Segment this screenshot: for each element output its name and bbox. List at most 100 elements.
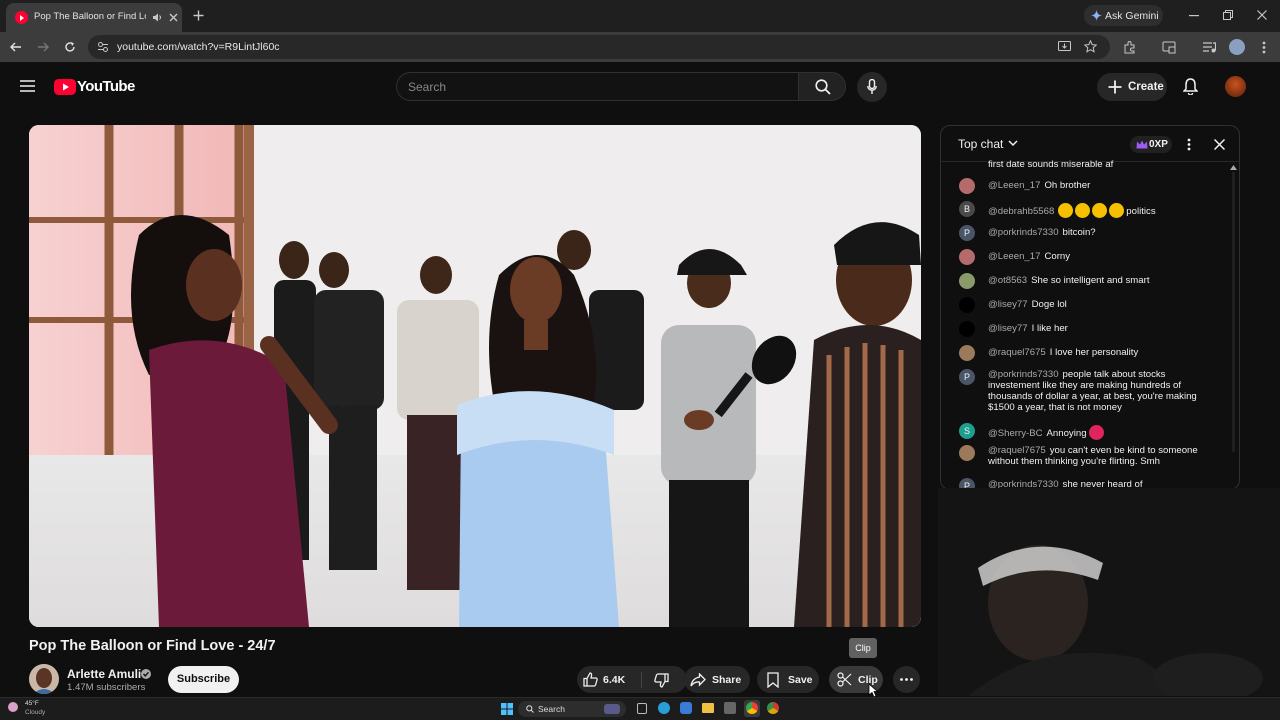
chat-header: Top chat 0XP <box>941 126 1239 162</box>
create-button[interactable]: Create <box>1097 73 1167 101</box>
edge-icon[interactable] <box>658 702 670 714</box>
create-label: Create <box>1128 81 1164 93</box>
chrome-alt-icon[interactable] <box>767 702 779 714</box>
chat-author[interactable]: @Sherry-BC <box>988 428 1043 439</box>
like-dislike-group: 6.4K <box>577 666 687 693</box>
chat-avatar <box>959 321 975 337</box>
ask-gemini-button[interactable]: Ask Gemini <box>1084 5 1163 26</box>
forward-icon[interactable] <box>37 42 49 52</box>
chat-avatar <box>959 297 975 313</box>
bookmark-star-icon[interactable] <box>1084 40 1097 53</box>
chat-avatar <box>959 273 975 289</box>
verified-badge-icon <box>141 669 151 679</box>
windows-start-icon[interactable] <box>501 703 513 715</box>
share-button[interactable]: Share <box>684 666 750 693</box>
chat-author[interactable]: @raquel7675 <box>988 347 1046 358</box>
notifications-bell-icon[interactable] <box>1183 78 1198 95</box>
search-button[interactable] <box>798 72 846 101</box>
chat-author[interactable]: @lisey77 <box>988 299 1028 310</box>
plus-icon <box>1108 80 1122 94</box>
xp-badge[interactable]: 0XP <box>1130 136 1172 153</box>
chrome-taskbar-button[interactable] <box>744 700 760 717</box>
gemini-icon <box>1091 10 1102 21</box>
weather-desc: Cloudy <box>25 709 46 716</box>
chat-author[interactable]: @debrahb5568 <box>988 206 1054 217</box>
weather-cloud-icon[interactable] <box>8 702 18 712</box>
dislike-button[interactable] <box>643 666 687 693</box>
chat-text: I like her <box>1031 323 1068 334</box>
chat-author[interactable]: @porkrinds7330 <box>988 369 1059 380</box>
more-actions-button[interactable] <box>893 666 920 693</box>
youtube-logo[interactable]: YouTube <box>54 78 135 96</box>
webcam-overlay <box>938 488 1280 696</box>
site-info-icon[interactable] <box>97 41 109 53</box>
chat-author[interactable]: @ot8563 <box>988 275 1027 286</box>
chat-cut-message: first date sounds miserable af <box>988 159 1114 170</box>
minimize-icon[interactable] <box>1189 15 1199 17</box>
top-chat-label: Top chat <box>958 137 1004 151</box>
chat-scrollbar[interactable] <box>1232 172 1235 452</box>
chat-author[interactable]: @raquel7675 <box>988 445 1046 456</box>
angry-emoji-icon <box>1089 425 1105 440</box>
chat-avatar: S <box>959 423 975 439</box>
chat-author[interactable]: @porkrinds7330 <box>988 227 1059 238</box>
rofl-emoji-icon <box>1092 203 1108 218</box>
chrome-icon <box>746 702 758 714</box>
copilot-icon[interactable] <box>680 702 692 714</box>
webcam-person <box>938 488 1280 696</box>
subscribe-button[interactable]: Subscribe <box>168 666 239 693</box>
save-button[interactable]: Save <box>757 666 819 693</box>
search-input[interactable]: Search <box>396 72 799 101</box>
maximize-icon[interactable] <box>1223 10 1233 20</box>
rofl-emoji-icon <box>1075 203 1091 218</box>
chat-text: I love her personality <box>1049 347 1139 358</box>
crown-icon <box>1136 140 1148 149</box>
media-controls-icon[interactable] <box>1203 42 1216 53</box>
account-avatar[interactable] <box>1225 76 1246 97</box>
video-frame <box>29 125 921 627</box>
rofl-emoji-icon <box>1058 203 1074 218</box>
new-tab-icon[interactable] <box>193 10 204 21</box>
taskbar-search-icon <box>526 705 534 713</box>
taskbar-search[interactable]: Search <box>518 701 626 717</box>
chat-author[interactable]: @Leeen_17 <box>988 251 1040 262</box>
search-icon <box>815 79 831 95</box>
install-app-icon[interactable] <box>1058 40 1071 53</box>
address-bar[interactable]: youtube.com/watch?v=R9LintJl60c <box>88 35 1110 59</box>
file-explorer-icon[interactable] <box>702 703 714 713</box>
tab-close-icon[interactable] <box>169 13 178 22</box>
chat-author[interactable]: @Leeen_17 <box>988 180 1040 191</box>
task-view-icon[interactable] <box>637 703 647 714</box>
profile-avatar[interactable] <box>1229 39 1245 55</box>
search-highlight-icon <box>604 704 620 714</box>
chat-text: politics <box>1126 206 1156 217</box>
scroll-up-arrow-icon[interactable] <box>1230 165 1237 170</box>
extensions-icon[interactable] <box>1123 41 1136 54</box>
cast-icon[interactable] <box>1162 41 1176 54</box>
channel-avatar[interactable] <box>29 664 59 694</box>
hamburger-menu-icon[interactable] <box>20 80 35 92</box>
chat-menu-icon[interactable] <box>1187 138 1191 151</box>
video-title: Pop The Balloon or Find Love - 24/7 <box>29 638 276 654</box>
window-close-icon[interactable] <box>1257 10 1267 20</box>
browser-menu-icon[interactable] <box>1262 41 1266 54</box>
like-button[interactable]: 6.4K <box>577 666 643 693</box>
video-player[interactable] <box>29 125 921 627</box>
chat-text: Oh brother <box>1044 180 1091 191</box>
voice-search-button[interactable] <box>857 72 887 102</box>
browser-tab[interactable]: Pop The Balloon or Find Lo <box>6 3 182 32</box>
reload-icon[interactable] <box>64 41 76 53</box>
chat-author[interactable]: @lisey77 <box>988 323 1028 334</box>
chat-close-icon[interactable] <box>1214 139 1225 150</box>
chat-avatar <box>959 445 975 461</box>
store-icon[interactable] <box>724 702 736 714</box>
youtube-logo-icon <box>54 79 76 95</box>
mouse-cursor-icon <box>868 683 878 698</box>
top-chat-dropdown[interactable]: Top chat <box>958 137 1028 153</box>
channel-name[interactable]: Arlette Amuli <box>67 667 141 681</box>
speaker-icon[interactable] <box>152 13 162 22</box>
thumbs-up-icon <box>583 672 598 687</box>
chat-avatar <box>959 345 975 361</box>
back-icon[interactable] <box>10 42 22 52</box>
channel-avatar-image <box>29 664 59 694</box>
